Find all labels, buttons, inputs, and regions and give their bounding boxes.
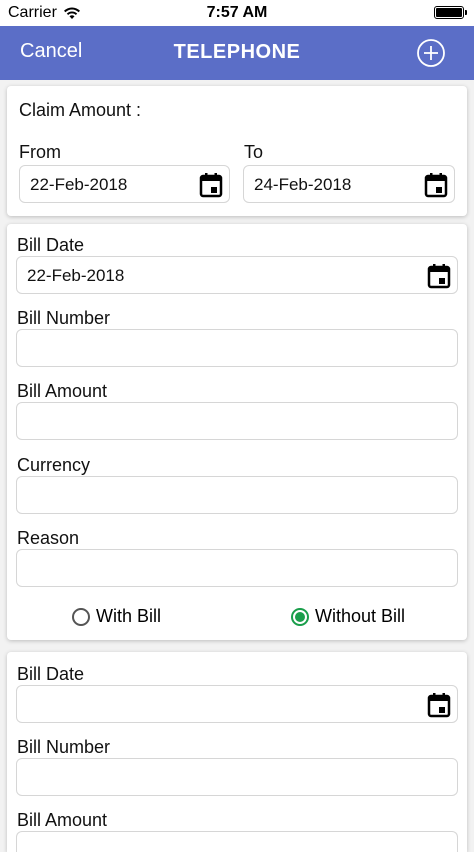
bill-number-label: Bill Number [17, 737, 111, 757]
currency-label: Currency [17, 455, 91, 475]
from-date-field[interactable]: 22-Feb-2018 [19, 165, 230, 203]
from-label: From [19, 142, 61, 162]
status-bar: Carrier 7:57 AM [0, 0, 474, 26]
bill-entry-card-1: Bill Date 22-Feb-2018 Bill Number Bill A… [7, 224, 467, 640]
bill-amount-label: Bill Amount [17, 810, 108, 830]
cancel-button[interactable]: Cancel [20, 40, 82, 63]
to-date-field[interactable]: 24-Feb-2018 [243, 165, 455, 203]
battery-icon [434, 6, 467, 19]
bill-amount-label: Bill Amount [17, 381, 108, 401]
calendar-icon[interactable] [427, 263, 451, 289]
with-bill-radio[interactable]: With Bill [72, 606, 161, 627]
bill-type-radio-group: With Bill Without Bill [7, 606, 467, 636]
add-circle-icon[interactable] [416, 38, 446, 68]
bill-amount-input[interactable] [16, 402, 458, 440]
currency-input[interactable] [16, 476, 458, 514]
calendar-icon[interactable] [199, 172, 223, 198]
from-date-value: 22-Feb-2018 [30, 175, 128, 194]
bill-date-label: Bill Date [17, 235, 85, 255]
to-label: To [244, 142, 264, 162]
to-date-value: 24-Feb-2018 [254, 175, 352, 194]
status-time: 7:57 AM [206, 4, 268, 21]
bill-entry-card-2: Bill Date Bill Number Bill Amount [7, 652, 467, 852]
bill-date-label: Bill Date [17, 664, 85, 684]
radio-unselected-icon[interactable] [72, 607, 90, 626]
calendar-icon[interactable] [427, 692, 451, 718]
calendar-icon[interactable] [424, 172, 448, 198]
bill-number-input[interactable] [16, 758, 458, 796]
radio-selected-icon[interactable] [291, 607, 309, 626]
without-bill-label: Without Bill [315, 606, 406, 626]
with-bill-label: With Bill [96, 606, 162, 626]
claim-amount-label: Claim Amount : [19, 100, 142, 120]
bill-number-input[interactable] [16, 329, 458, 367]
bill-date-field[interactable]: 22-Feb-2018 [16, 256, 458, 294]
claim-amount-card: Claim Amount : From 22-Feb-2018 To 24-Fe… [7, 86, 467, 216]
bill-number-label: Bill Number [17, 308, 111, 328]
reason-input[interactable] [16, 549, 458, 587]
reason-label: Reason [17, 528, 80, 548]
without-bill-radio[interactable]: Without Bill [291, 606, 405, 627]
bill-date-field[interactable] [16, 685, 458, 723]
nav-bar: Cancel TELEPHONE [0, 26, 474, 80]
bill-date-value: 22-Feb-2018 [27, 266, 125, 285]
